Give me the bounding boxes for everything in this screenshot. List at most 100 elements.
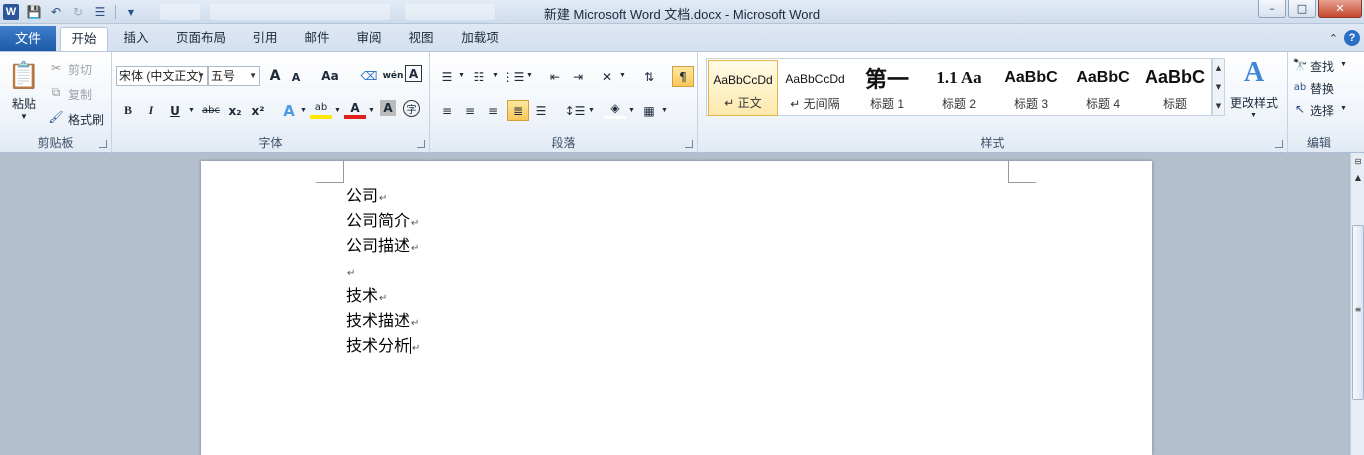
find-icon[interactable]: 🔭 bbox=[1292, 57, 1308, 73]
minimize-button[interactable]: – bbox=[1258, 0, 1286, 18]
decrease-indent-icon[interactable]: ⇤ bbox=[544, 66, 566, 87]
borders-icon[interactable]: ▦ bbox=[638, 100, 660, 121]
numbering-dropdown-icon[interactable]: ▼ bbox=[492, 72, 499, 79]
numbering-icon[interactable]: ☷ bbox=[468, 66, 490, 87]
clipboard-launcher-icon[interactable] bbox=[99, 140, 107, 148]
shading-dropdown-icon[interactable]: ▼ bbox=[628, 107, 635, 114]
doc-paragraph[interactable]: 技术描述↵ bbox=[346, 309, 419, 333]
highlight-icon[interactable]: ab bbox=[310, 100, 332, 119]
help-icon[interactable]: ? bbox=[1344, 30, 1360, 46]
font-name-combo[interactable]: 宋体 (中文正文) ▼ bbox=[116, 66, 208, 86]
chinese-layout-icon[interactable]: ✕ bbox=[596, 66, 618, 87]
shrink-font-icon[interactable]: A bbox=[285, 67, 307, 88]
find-button[interactable]: 查找 bbox=[1310, 58, 1334, 75]
gallery-up-icon[interactable]: ▲ bbox=[1216, 64, 1221, 72]
font-color-dropdown-icon[interactable]: ▼ bbox=[368, 107, 375, 114]
enclose-char-icon[interactable]: 字 bbox=[403, 100, 420, 117]
underline-dropdown-icon[interactable]: ▼ bbox=[188, 107, 195, 114]
select-button[interactable]: 选择 bbox=[1310, 102, 1334, 119]
paragraph-launcher-icon[interactable] bbox=[685, 140, 693, 148]
doc-paragraph[interactable]: 公司描述↵ bbox=[346, 234, 419, 258]
subscript-button[interactable]: x₂ bbox=[224, 100, 246, 121]
collapse-ribbon-icon[interactable]: ⌃ bbox=[1329, 32, 1338, 45]
format-painter-button[interactable]: 格式刷 bbox=[68, 111, 104, 128]
scissors-icon[interactable]: ✂ bbox=[48, 60, 64, 76]
document-page[interactable]: 公司↵ 公司简介↵ 公司描述↵ ↵ 技术↵ 技术描述↵ 技术分析 ↵ bbox=[201, 161, 1152, 455]
scroll-up-icon[interactable]: ▲ bbox=[1352, 173, 1364, 182]
text-effects-dropdown-icon[interactable]: ▼ bbox=[300, 107, 307, 114]
multilevel-list-icon[interactable]: ⋮☰ bbox=[502, 66, 525, 87]
replace-button[interactable]: 替换 bbox=[1310, 80, 1334, 97]
grow-font-icon[interactable]: A bbox=[264, 65, 286, 86]
show-marks-icon[interactable]: ¶ bbox=[672, 66, 694, 87]
justify-icon[interactable]: ≣ bbox=[507, 100, 529, 121]
tab-references[interactable]: 引用 bbox=[244, 27, 286, 51]
chinese-layout-dropdown-icon[interactable]: ▼ bbox=[619, 72, 626, 79]
tab-home[interactable]: 开始 bbox=[60, 27, 108, 51]
change-case-icon[interactable]: Aa bbox=[316, 65, 344, 86]
doc-paragraph[interactable]: 技术↵ bbox=[346, 284, 387, 308]
italic-button[interactable]: I bbox=[140, 100, 162, 121]
shading-icon[interactable]: ◈ bbox=[604, 100, 626, 119]
change-styles-icon[interactable]: A bbox=[1234, 56, 1274, 90]
style-heading-2[interactable]: 1.1 Aa 标题 2 bbox=[924, 60, 994, 116]
strikethrough-button[interactable]: abc bbox=[200, 100, 222, 121]
underline-button[interactable]: U bbox=[164, 100, 186, 121]
style-heading-3[interactable]: AaBbC 标题 3 bbox=[996, 60, 1066, 116]
style-no-spacing[interactable]: AaBbCcDd ↵ 无间隔 bbox=[780, 60, 850, 116]
find-dropdown-icon[interactable]: ▼ bbox=[1340, 61, 1347, 68]
maximize-button[interactable]: □ bbox=[1288, 0, 1316, 18]
bold-button[interactable]: B bbox=[117, 100, 139, 121]
style-title[interactable]: AaBbC 标题 bbox=[1140, 60, 1210, 116]
replace-icon[interactable]: ab bbox=[1292, 79, 1308, 95]
vertical-scrollbar[interactable]: ⊟ ▲ ≡ bbox=[1350, 153, 1364, 455]
change-styles-button[interactable]: 更改样式 bbox=[1230, 94, 1278, 111]
doc-paragraph[interactable]: ↵ bbox=[346, 259, 355, 283]
align-right-icon[interactable]: ≡ bbox=[482, 100, 504, 121]
font-size-combo[interactable]: 五号 ▼ bbox=[208, 66, 260, 86]
align-left-icon[interactable]: ≡ bbox=[436, 100, 458, 121]
copy-button[interactable]: 复制 bbox=[68, 86, 92, 103]
font-color-icon[interactable]: A bbox=[344, 100, 366, 119]
clear-format-icon[interactable]: ⌫ bbox=[358, 65, 380, 86]
doc-paragraph[interactable]: 公司↵ bbox=[346, 184, 387, 208]
borders-dropdown-icon[interactable]: ▼ bbox=[661, 107, 668, 114]
styles-launcher-icon[interactable] bbox=[1275, 140, 1283, 148]
increase-indent-icon[interactable]: ⇥ bbox=[567, 66, 589, 87]
ruler-toggle-icon[interactable]: ⊟ bbox=[1352, 157, 1364, 166]
multilevel-dropdown-icon[interactable]: ▼ bbox=[526, 72, 533, 79]
tab-mailings[interactable]: 邮件 bbox=[296, 27, 338, 51]
paste-icon[interactable]: 📋 bbox=[8, 58, 40, 94]
tab-view[interactable]: 视图 bbox=[400, 27, 442, 51]
distributed-icon[interactable]: ☰ bbox=[530, 100, 552, 121]
cut-button[interactable]: 剪切 bbox=[68, 61, 92, 78]
highlight-dropdown-icon[interactable]: ▼ bbox=[334, 107, 341, 114]
tab-insert[interactable]: 插入 bbox=[114, 27, 158, 51]
font-launcher-icon[interactable] bbox=[417, 140, 425, 148]
tab-review[interactable]: 审阅 bbox=[348, 27, 390, 51]
doc-paragraph[interactable]: 公司简介↵ bbox=[346, 209, 419, 233]
align-center-icon[interactable]: ≡ bbox=[459, 100, 481, 121]
tab-file[interactable]: 文件 bbox=[0, 26, 56, 51]
bullets-dropdown-icon[interactable]: ▼ bbox=[458, 72, 465, 79]
style-heading-1[interactable]: 第一 标题 1 bbox=[852, 60, 922, 116]
paste-dropdown-icon[interactable]: ▼ bbox=[20, 112, 28, 121]
paste-button[interactable]: 粘贴 bbox=[12, 95, 36, 112]
gallery-more-icon[interactable]: ▼ bbox=[1216, 102, 1221, 110]
char-shading-icon[interactable]: A bbox=[380, 100, 396, 116]
tab-page-layout[interactable]: 页面布局 bbox=[168, 27, 234, 51]
copy-icon[interactable]: ⧉ bbox=[48, 84, 64, 100]
format-painter-icon[interactable]: 🖌 bbox=[48, 109, 64, 125]
line-spacing-dropdown-icon[interactable]: ▼ bbox=[588, 107, 595, 114]
bullets-icon[interactable]: ☰ bbox=[436, 66, 458, 87]
style-heading-4[interactable]: AaBbC 标题 4 bbox=[1068, 60, 1138, 116]
change-styles-dropdown-icon[interactable]: ▼ bbox=[1250, 112, 1257, 119]
text-effects-icon[interactable]: A bbox=[278, 100, 300, 121]
char-border-icon[interactable]: A bbox=[405, 65, 422, 82]
line-spacing-icon[interactable]: ↕☰ bbox=[564, 100, 586, 121]
phonetic-guide-icon[interactable]: wén bbox=[382, 65, 404, 86]
superscript-button[interactable]: x² bbox=[247, 100, 269, 121]
select-dropdown-icon[interactable]: ▼ bbox=[1340, 105, 1347, 112]
sort-icon[interactable]: ⇅ bbox=[638, 66, 660, 87]
doc-paragraph[interactable]: 技术分析 ↵ bbox=[346, 334, 420, 358]
